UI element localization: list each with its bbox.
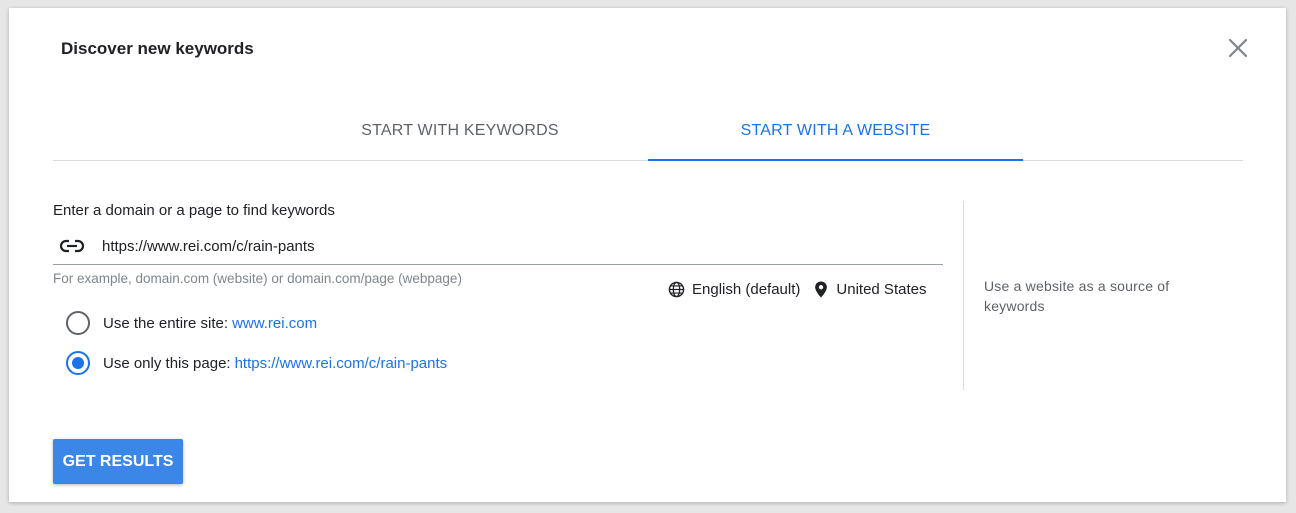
discover-keywords-dialog: Discover new keywords START WITH KEYWORD… [9,8,1286,502]
tab-start-with-keywords[interactable]: START WITH KEYWORDS [273,104,647,159]
option-this-page[interactable]: Use only this page: https://www.rei.com/… [65,350,447,376]
tab-bar: START WITH KEYWORDS START WITH A WEBSITE [53,104,1243,161]
close-icon [1228,38,1248,58]
get-results-button[interactable]: GET RESULTS [53,439,183,484]
globe-icon [668,281,685,297]
locale-settings: English (default) United States [668,279,926,299]
link-icon [59,239,85,253]
side-panel-divider [963,201,964,390]
option-this-page-link[interactable]: https://www.rei.com/c/rain-pants [235,355,448,372]
url-hint: For example, domain.com (website) or dom… [53,271,462,286]
radio-unselected-icon[interactable] [65,310,91,336]
url-prompt-label: Enter a domain or a page to find keyword… [53,202,335,219]
location-pin-icon [815,280,828,298]
option-entire-site[interactable]: Use the entire site: www.rei.com [65,310,317,336]
close-button[interactable] [1226,36,1250,60]
location-setting[interactable]: United States [836,281,926,298]
option-entire-site-link[interactable]: www.rei.com [232,315,317,332]
url-input[interactable] [102,232,922,260]
option-this-page-label: Use only this page: [103,354,231,372]
tab-start-with-website[interactable]: START WITH A WEBSITE [648,104,1023,161]
radio-selected-icon[interactable] [65,350,91,376]
url-field [53,230,943,265]
side-panel-text: Use a website as a source of keywords [984,278,1170,314]
option-entire-site-label: Use the entire site: [103,314,229,332]
language-setting[interactable]: English (default) [692,281,800,298]
dialog-title: Discover new keywords [61,39,254,58]
